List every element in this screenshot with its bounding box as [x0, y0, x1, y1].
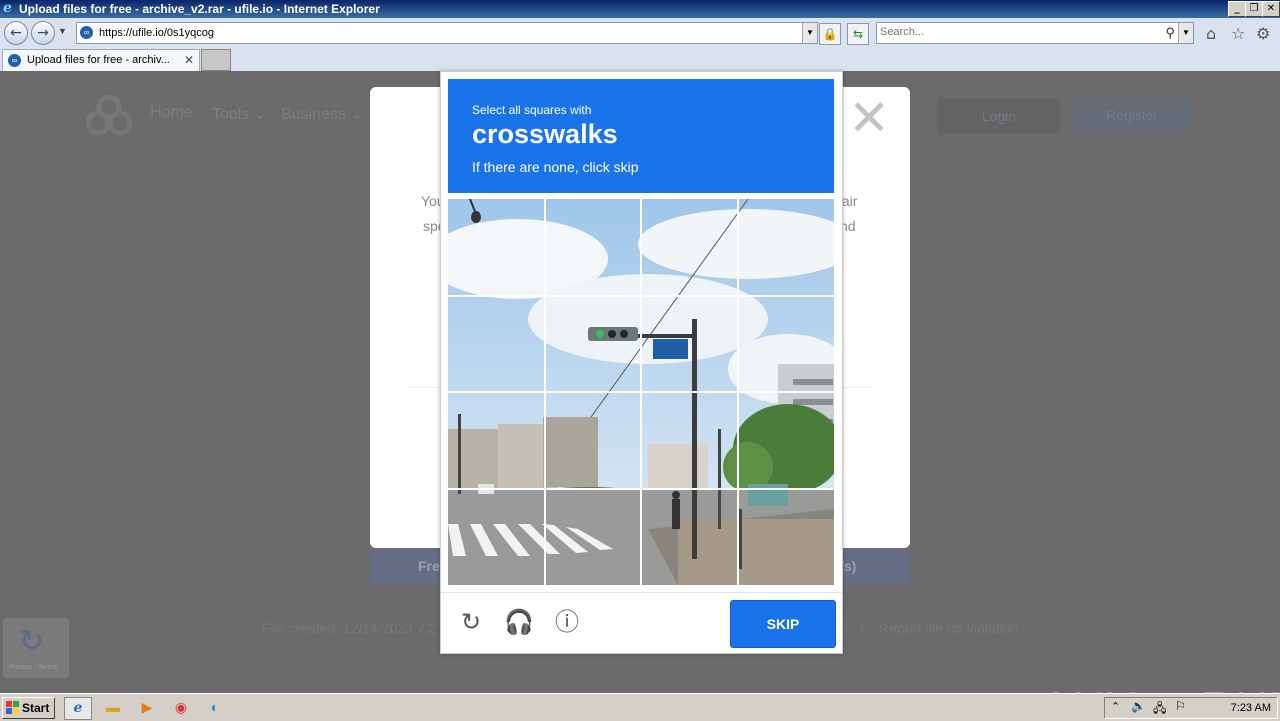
tab-bar: ∞ Upload files for free - archiv... ✕	[0, 48, 1280, 71]
edge-icon[interactable]: ◐	[202, 697, 228, 718]
grid-tile-6[interactable]	[545, 296, 639, 390]
restore-button[interactable]: ❐	[1245, 1, 1263, 17]
grid-tile-5[interactable]	[448, 296, 542, 390]
ie-icon: e	[3, 0, 12, 16]
challenge-header: Select all squares with crosswalks If th…	[448, 79, 834, 193]
minimize-button[interactable]: _	[1228, 1, 1246, 17]
windows-flag-icon	[6, 701, 19, 714]
download-free-label: Fre	[418, 558, 440, 574]
grid-tile-11[interactable]	[641, 392, 735, 486]
register-button[interactable]: Register	[1073, 98, 1191, 132]
network-icon[interactable]: 🖧	[1153, 699, 1166, 720]
star-icon[interactable]: ☆	[1231, 24, 1245, 43]
ufile-favicon-icon: ∞	[80, 26, 93, 39]
grid-tile-2[interactable]	[545, 199, 639, 293]
back-arrow-icon[interactable]: ←	[4, 21, 28, 45]
recaptcha-logo-icon: ↻	[19, 624, 45, 659]
history-dropdown-icon[interactable]: ▼	[58, 26, 67, 36]
grid-tile-12[interactable]	[738, 392, 832, 486]
nav-business-link[interactable]: Business ⌄	[281, 104, 364, 124]
file-created-text: File created: 12/14/2023 7:2	[262, 620, 437, 636]
folder-icon[interactable]: ▬	[100, 697, 126, 718]
navigation-bar: ← → ▼ ∞ https://ufile.io/0s1yqcog ▼ 🔒 ⇆ …	[0, 18, 1280, 48]
grid-tile-16[interactable]	[738, 489, 832, 583]
lock-icon[interactable]: 🔒	[819, 23, 841, 45]
forward-arrow-icon[interactable]: →	[31, 21, 55, 45]
challenge-toolbar: ↻ 🎧 ⓘ SKIP	[441, 592, 842, 654]
volume-icon[interactable]: 🔈	[1131, 699, 1146, 713]
grid-tile-3[interactable]	[641, 199, 735, 293]
skip-button[interactable]: SKIP	[730, 600, 836, 648]
file-footer: File created: 12/14/2023 7:2	[262, 620, 436, 636]
tray-expand-icon[interactable]: ⌃	[1111, 700, 1120, 713]
chrome-icon[interactable]: ◉	[168, 697, 194, 718]
tab-ufile[interactable]: ∞ Upload files for free - archiv... ✕	[2, 49, 200, 71]
captcha-challenge: Select all squares with crosswalks If th…	[440, 71, 843, 654]
taskbar: Start e ▬ ▶ ◉ ◐ ⌃ 🔈 🖧 ⚐ 7:23 AM	[0, 693, 1280, 721]
window-titlebar: e Upload files for free - archive_v2.rar…	[0, 0, 1280, 18]
close-tab-icon[interactable]: ✕	[184, 53, 194, 67]
grid-tile-4[interactable]	[738, 199, 832, 293]
anyrun-watermark: ANY ▷ RUN	[1040, 681, 1280, 693]
headphones-icon[interactable]: 🎧	[504, 607, 534, 637]
ie-taskbar-icon[interactable]: e	[64, 697, 92, 720]
media-player-icon[interactable]: ▶	[134, 697, 160, 718]
window-title: Upload files for free - archive_v2.rar -…	[19, 2, 380, 16]
search-input[interactable]	[880, 25, 1150, 39]
grid-tile-15[interactable]	[641, 489, 735, 583]
recaptcha-privacy-terms[interactable]: Privacy - Terms	[9, 664, 57, 671]
ufile-logo-icon	[86, 95, 132, 135]
address-bar[interactable]: ∞ https://ufile.io/0s1yqcog ▼	[76, 22, 818, 44]
address-url[interactable]: https://ufile.io/0s1yqcog	[99, 23, 214, 43]
refresh-icon[interactable]: ↻	[456, 607, 486, 637]
challenge-image-grid	[448, 199, 834, 585]
nav-home-link[interactable]: Home	[150, 104, 193, 122]
refresh-compat-icon[interactable]: ⇆	[847, 23, 869, 45]
nav-tools-link[interactable]: Tools ⌄	[212, 104, 267, 124]
challenge-instruction: Select all squares with	[472, 103, 592, 117]
grid-tile-8[interactable]	[738, 296, 832, 390]
close-window-button[interactable]: ✕	[1262, 1, 1280, 17]
action-center-flag-icon[interactable]: ⚐	[1175, 699, 1186, 713]
clock[interactable]: 7:23 AM	[1231, 702, 1271, 714]
info-icon[interactable]: ⓘ	[552, 607, 582, 637]
login-button[interactable]: Login	[937, 98, 1061, 134]
challenge-hint: If there are none, click skip	[472, 159, 639, 175]
report-violation-link[interactable]: Report file for violation	[879, 620, 1018, 636]
search-icon[interactable]: ⚲	[1165, 23, 1175, 43]
close-modal-icon[interactable]: ✕	[848, 89, 890, 147]
recaptcha-badge[interactable]: ↻ Privacy - Terms	[3, 618, 69, 678]
search-box[interactable]: ⚲ ▼	[876, 22, 1194, 44]
search-dropdown-icon[interactable]: ▼	[1178, 23, 1193, 43]
start-button[interactable]: Start	[2, 697, 55, 719]
grid-tile-9[interactable]	[448, 392, 542, 486]
footer-separator: |	[860, 620, 864, 636]
start-label: Start	[22, 701, 50, 715]
challenge-target: crosswalks	[472, 119, 618, 149]
grid-tile-1[interactable]	[448, 199, 542, 293]
grid-tile-14[interactable]	[545, 489, 639, 583]
grid-tile-13[interactable]	[448, 489, 542, 583]
ufile-favicon-icon: ∞	[8, 54, 21, 67]
new-tab-button[interactable]	[201, 49, 231, 71]
grid-tile-7[interactable]	[641, 296, 735, 390]
grid-tile-10[interactable]	[545, 392, 639, 486]
home-icon[interactable]: ⌂	[1206, 24, 1216, 43]
address-dropdown-icon[interactable]: ▼	[802, 23, 817, 43]
gear-icon[interactable]: ⚙	[1256, 24, 1270, 43]
system-tray: ⌃ 🔈 🖧 ⚐ 7:23 AM	[1104, 697, 1278, 719]
tab-label: Upload files for free - archiv...	[27, 54, 170, 66]
